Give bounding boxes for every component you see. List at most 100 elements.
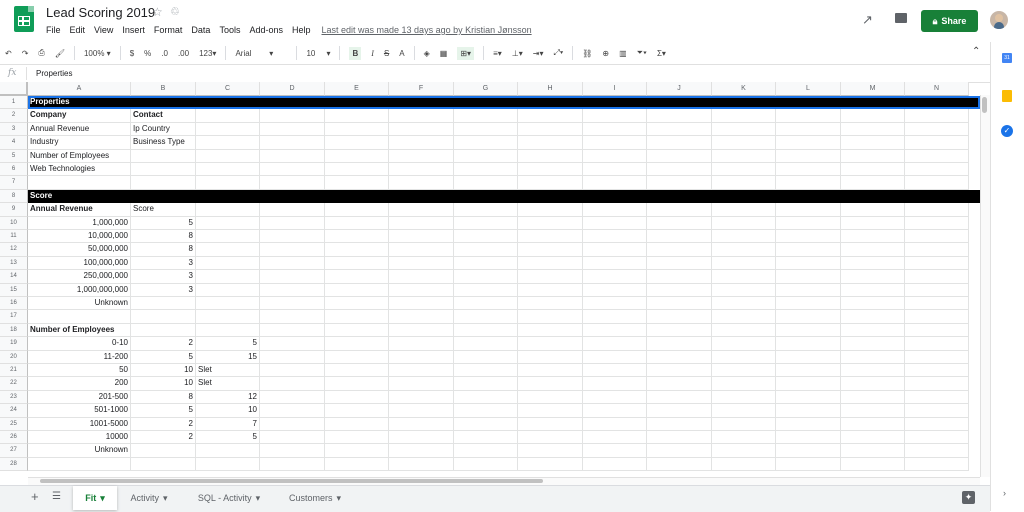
cell-n15[interactable] xyxy=(905,283,969,297)
cell-i19[interactable] xyxy=(583,337,647,351)
cell-m20[interactable] xyxy=(841,350,905,364)
cell-d15[interactable] xyxy=(260,283,325,297)
cell-a24[interactable]: 501-1000 xyxy=(28,404,131,418)
cell-b11[interactable]: 8 xyxy=(131,230,196,244)
cell-l18[interactable] xyxy=(776,323,841,338)
cell-k27[interactable] xyxy=(712,444,776,458)
menu-file[interactable]: File xyxy=(46,25,61,35)
row-header[interactable]: 22 xyxy=(0,377,28,391)
cell-l16[interactable] xyxy=(776,297,841,311)
redo-icon[interactable]: ↷ xyxy=(22,49,29,58)
column-header-n[interactable]: N xyxy=(905,82,969,96)
currency-format-button[interactable]: $ xyxy=(130,49,134,58)
cell-l22[interactable] xyxy=(776,377,841,391)
menu-tools[interactable]: Tools xyxy=(219,25,240,35)
cell-h24[interactable] xyxy=(518,404,583,418)
cell-j16[interactable] xyxy=(647,297,712,311)
column-header-c[interactable]: C xyxy=(196,82,260,96)
column-header-e[interactable]: E xyxy=(325,82,389,96)
cell-j10[interactable] xyxy=(647,216,712,230)
cell-h25[interactable] xyxy=(518,417,583,431)
text-rotate-icon[interactable]: ⤢▾ xyxy=(553,48,563,58)
cell-b15[interactable]: 3 xyxy=(131,283,196,297)
cell-i13[interactable] xyxy=(583,256,647,271)
cell-a26[interactable]: 10000 xyxy=(28,431,131,445)
menu-data[interactable]: Data xyxy=(191,25,210,35)
cell-a21[interactable]: 50 xyxy=(28,364,131,378)
cell-i14[interactable] xyxy=(583,270,647,284)
cell-f18[interactable] xyxy=(389,323,454,338)
cell-f26[interactable] xyxy=(389,431,454,445)
row-header[interactable]: 5 xyxy=(0,149,28,163)
cell-i18[interactable] xyxy=(583,323,647,338)
cell-n23[interactable] xyxy=(905,390,969,405)
cell-b6[interactable] xyxy=(131,163,196,177)
cell-g28[interactable] xyxy=(454,457,518,472)
cell-e2[interactable] xyxy=(325,109,389,123)
cell-g2[interactable] xyxy=(454,109,518,123)
row-header[interactable]: 3 xyxy=(0,122,28,137)
cell-l5[interactable] xyxy=(776,149,841,163)
cell-i23[interactable] xyxy=(583,390,647,405)
cell-k25[interactable] xyxy=(712,417,776,431)
cell-l2[interactable] xyxy=(776,109,841,123)
cell-n20[interactable] xyxy=(905,350,969,364)
cell-m13[interactable] xyxy=(841,256,905,271)
cell-l28[interactable] xyxy=(776,457,841,472)
more-formats-button[interactable]: 123▾ xyxy=(199,49,216,58)
percent-format-button[interactable]: % xyxy=(144,49,151,58)
cell-i9[interactable] xyxy=(583,203,647,217)
cell-m5[interactable] xyxy=(841,149,905,163)
cell-f22[interactable] xyxy=(389,377,454,391)
cell-f21[interactable] xyxy=(389,364,454,378)
cell-m15[interactable] xyxy=(841,283,905,297)
cell-n16[interactable] xyxy=(905,297,969,311)
spreadsheet-grid[interactable]: A B C D E F G H I J K L M N 1 Properties 2 Company Contact… xyxy=(0,82,980,477)
row-header[interactable]: 2 xyxy=(0,109,28,123)
cell-c22[interactable]: Slet xyxy=(196,377,260,391)
avatar[interactable] xyxy=(990,11,1008,29)
cell-e17[interactable] xyxy=(325,310,389,324)
cell-j18[interactable] xyxy=(647,323,712,338)
cell-h9[interactable] xyxy=(518,203,583,217)
cell-e5[interactable] xyxy=(325,149,389,163)
cell-l14[interactable] xyxy=(776,270,841,284)
cell-e12[interactable] xyxy=(325,243,389,257)
cell-b26[interactable]: 2 xyxy=(131,431,196,445)
cell-f2[interactable] xyxy=(389,109,454,123)
cell-m23[interactable] xyxy=(841,390,905,405)
cell-c5[interactable] xyxy=(196,149,260,163)
cell-f5[interactable] xyxy=(389,149,454,163)
cell-k15[interactable] xyxy=(712,283,776,297)
cell-d20[interactable] xyxy=(260,350,325,364)
menu-format[interactable]: Format xyxy=(154,25,183,35)
cell-d12[interactable] xyxy=(260,243,325,257)
cell-g15[interactable] xyxy=(454,283,518,297)
add-sheet-icon[interactable]: + xyxy=(31,489,39,504)
formula-input[interactable]: Properties xyxy=(36,69,72,78)
cell-c16[interactable] xyxy=(196,297,260,311)
text-wrap-icon[interactable]: ⇥▾ xyxy=(533,49,544,58)
select-all-corner[interactable] xyxy=(0,82,28,96)
cell-l25[interactable] xyxy=(776,417,841,431)
cell-a10[interactable]: 1,000,000 xyxy=(28,216,131,230)
cell-f28[interactable] xyxy=(389,457,454,472)
cell-n6[interactable] xyxy=(905,163,969,177)
cell-e14[interactable] xyxy=(325,270,389,284)
cell-j15[interactable] xyxy=(647,283,712,297)
cell-a23[interactable]: 201-500 xyxy=(28,390,131,405)
cell-a12[interactable]: 50,000,000 xyxy=(28,243,131,257)
cell-f12[interactable] xyxy=(389,243,454,257)
row-header[interactable]: 9 xyxy=(0,203,28,217)
cell-b13[interactable]: 3 xyxy=(131,256,196,271)
zoom-select[interactable]: 100% ▾ xyxy=(84,49,111,58)
cell-h16[interactable] xyxy=(518,297,583,311)
cell-k28[interactable] xyxy=(712,457,776,472)
cell-i26[interactable] xyxy=(583,431,647,445)
row-header[interactable]: 10 xyxy=(0,216,28,230)
cell-g22[interactable] xyxy=(454,377,518,391)
print-icon[interactable]: ⎙ xyxy=(38,48,44,58)
cell-j6[interactable] xyxy=(647,163,712,177)
document-title[interactable]: Lead Scoring 2019 xyxy=(46,5,155,20)
cell-h6[interactable] xyxy=(518,163,583,177)
